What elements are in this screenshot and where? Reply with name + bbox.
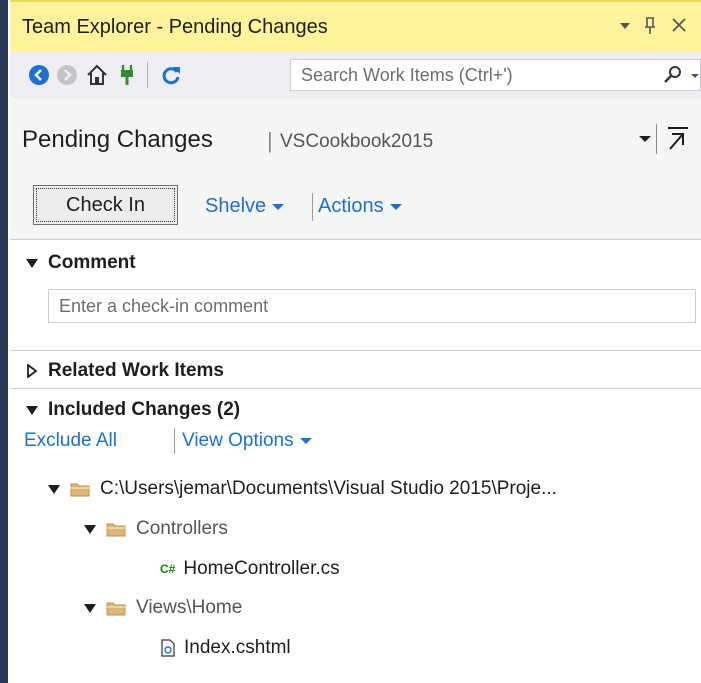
comment-section-title: Comment — [48, 252, 136, 273]
exclude-all-link[interactable]: Exclude All — [24, 430, 117, 452]
actions-label: Actions — [318, 195, 384, 217]
window-left-edge — [0, 0, 8, 683]
folder-label: Controllers — [136, 518, 228, 539]
root-path-label: C:\Users\jemar\Documents\Visual Studio 2… — [100, 478, 557, 499]
file-label: Index.cshtml — [184, 637, 291, 658]
folder-label: Views\Home — [136, 597, 243, 618]
expanded-triangle-icon — [26, 405, 38, 415]
page-title: Pending Changes — [22, 126, 213, 153]
actions-link[interactable]: Actions — [318, 195, 402, 218]
related-work-items-title: Related Work Items — [48, 360, 224, 381]
included-changes-header[interactable]: Included Changes (2) — [26, 399, 240, 421]
search-input[interactable] — [301, 63, 621, 87]
folder-icon — [70, 483, 90, 496]
refresh-icon[interactable] — [158, 62, 184, 88]
tree-folder-controllers[interactable]: Controllers — [84, 518, 228, 540]
search-icon[interactable] — [663, 65, 683, 90]
expanded-triangle-icon — [84, 524, 96, 534]
header-separator — [656, 124, 657, 154]
undock-icon[interactable] — [665, 124, 691, 159]
section-divider — [10, 388, 701, 389]
included-changes-title: Included Changes (2) — [48, 399, 241, 420]
page-dropdown-icon[interactable] — [638, 128, 652, 153]
comment-input[interactable] — [49, 290, 695, 322]
project-name: VSCookbook2015 — [280, 131, 434, 152]
search-options-dropdown-icon[interactable] — [689, 65, 701, 88]
view-options-label: View Options — [182, 430, 294, 451]
team-explorer-panel: Team Explorer - Pending Changes Search W… — [10, 0, 701, 683]
window-title: Team Explorer - Pending Changes — [22, 16, 328, 38]
tree-folder-views-home[interactable]: Views\Home — [84, 597, 242, 619]
search-work-items-box[interactable] — [290, 59, 701, 91]
comment-section-header[interactable]: Comment — [26, 252, 136, 274]
view-options-chevron-down-icon — [299, 437, 312, 444]
actions-chevron-down-icon — [389, 203, 402, 210]
tree-root-folder[interactable]: C:\Users\jemar\Documents\Visual Studio 2… — [48, 478, 557, 500]
csharp-file-icon: C# — [160, 562, 176, 576]
tree-file-index[interactable]: Index.cshtml — [160, 637, 291, 659]
comment-field[interactable] — [48, 289, 696, 323]
title-separator: | — [267, 128, 273, 153]
folder-icon — [106, 602, 126, 615]
collapsed-triangle-icon — [27, 364, 38, 378]
toolbar — [10, 52, 701, 98]
view-options-link[interactable]: View Options — [182, 430, 312, 452]
close-icon[interactable] — [670, 14, 688, 41]
section-divider — [10, 350, 701, 351]
folder-icon — [106, 523, 126, 536]
pin-icon[interactable] — [642, 14, 658, 41]
shelve-link[interactable]: Shelve — [205, 195, 285, 218]
shelve-chevron-down-icon — [272, 203, 285, 210]
file-label: HomeController.cs — [183, 558, 340, 579]
home-icon[interactable] — [84, 62, 110, 88]
check-in-label: Check In — [66, 193, 145, 216]
back-icon[interactable] — [26, 62, 52, 88]
window-menu-dropdown-icon[interactable] — [618, 14, 632, 41]
tree-file-homecontroller[interactable]: C# HomeController.cs — [160, 558, 340, 580]
related-work-items-header[interactable]: Related Work Items — [26, 360, 224, 382]
expanded-triangle-icon — [26, 258, 38, 268]
expanded-triangle-icon — [48, 484, 60, 494]
shelve-label: Shelve — [205, 195, 267, 217]
link-separator — [174, 428, 175, 454]
forward-icon[interactable] — [54, 62, 80, 88]
action-bar: Check In Shelve Actions — [10, 168, 701, 240]
connect-icon[interactable] — [114, 62, 140, 88]
check-in-button[interactable]: Check In — [33, 185, 178, 225]
page-header: Pending Changes | VSCookbook2015 — [10, 98, 701, 168]
action-separator — [312, 193, 313, 221]
expanded-triangle-icon — [84, 603, 96, 613]
cshtml-file-icon — [161, 639, 175, 657]
toolbar-separator — [147, 62, 148, 88]
title-bar: Team Explorer - Pending Changes — [10, 0, 701, 52]
